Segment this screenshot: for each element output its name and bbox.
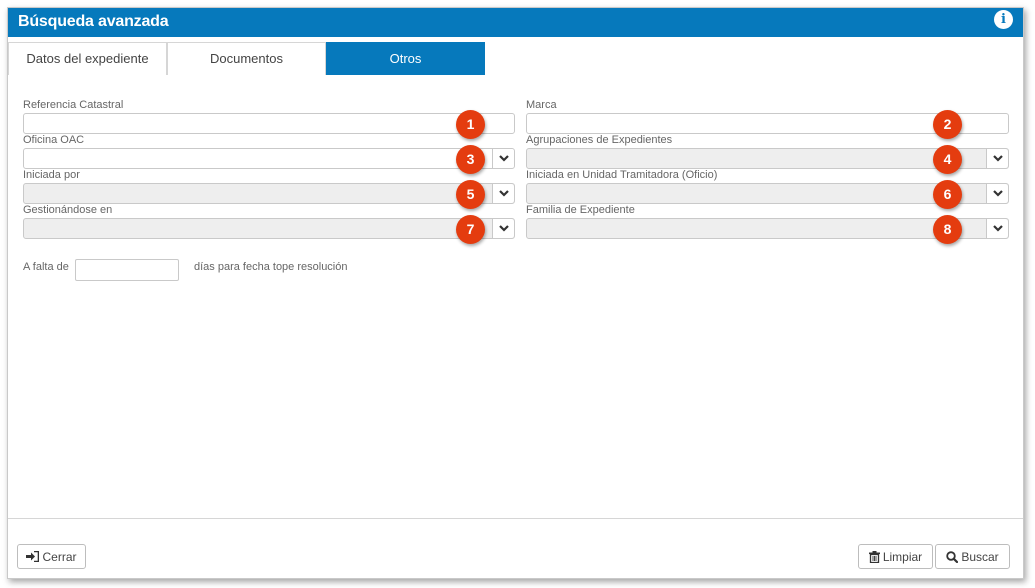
oficina-oac-select[interactable] xyxy=(23,148,515,169)
iniciada-por-label: Iniciada por xyxy=(23,169,80,181)
chevron-down-icon[interactable] xyxy=(986,219,1008,238)
iniciada-por-select[interactable] xyxy=(23,183,515,204)
referencia-catastral-input[interactable] xyxy=(23,113,515,134)
callout-badge-5: 5 xyxy=(456,180,485,209)
chevron-down-icon[interactable] xyxy=(986,149,1008,168)
gestionandose-label: Gestionándose en xyxy=(23,204,113,216)
chevron-down-icon[interactable] xyxy=(986,184,1008,203)
window-titlebar: Búsqueda avanzada i xyxy=(8,8,1023,37)
callout-badge-1: 1 xyxy=(456,110,485,139)
sign-in-icon xyxy=(26,551,40,562)
info-icon[interactable]: i xyxy=(994,10,1013,29)
chevron-down-icon[interactable] xyxy=(492,184,514,203)
tab-documentos[interactable]: Documentos xyxy=(167,42,326,75)
cerrar-label: Cerrar xyxy=(42,549,77,564)
referencia-catastral-label: Referencia Catastral xyxy=(23,99,124,111)
chevron-down-icon[interactable] xyxy=(492,219,514,238)
chevron-down-icon[interactable] xyxy=(492,149,514,168)
callout-badge-7: 7 xyxy=(456,215,485,244)
dias-falta-input[interactable] xyxy=(75,259,179,281)
callout-badge-8: 8 xyxy=(933,215,962,244)
marca-label: Marca xyxy=(526,99,557,111)
falta-suffix-label: días para fecha tope resolución xyxy=(194,261,348,273)
callout-badge-6: 6 xyxy=(933,180,962,209)
tab-datos-expediente[interactable]: Datos del expediente xyxy=(8,42,167,75)
search-icon xyxy=(946,550,959,563)
cerrar-button[interactable]: Cerrar xyxy=(17,544,86,569)
advanced-search-window: Búsqueda avanzada i Datos del expediente… xyxy=(7,7,1024,579)
iniciada-unidad-label: Iniciada en Unidad Tramitadora (Oficio) xyxy=(526,169,718,181)
footer-divider xyxy=(8,518,1023,519)
callout-badge-4: 4 xyxy=(933,145,962,174)
buscar-label: Buscar xyxy=(961,549,999,564)
callout-badge-2: 2 xyxy=(933,110,962,139)
tab-bar: Datos del expediente Documentos Otros xyxy=(8,42,1023,75)
limpiar-button[interactable]: Limpiar xyxy=(858,544,933,569)
limpiar-label: Limpiar xyxy=(882,549,923,564)
callout-badge-3: 3 xyxy=(456,145,485,174)
agrupaciones-label: Agrupaciones de Expedientes xyxy=(526,134,673,146)
buscar-button[interactable]: Buscar xyxy=(935,544,1010,569)
gestionandose-select[interactable] xyxy=(23,218,515,239)
familia-label: Familia de Expediente xyxy=(526,204,635,216)
tab-otros[interactable]: Otros xyxy=(326,42,485,75)
oficina-oac-label: Oficina OAC xyxy=(23,134,85,146)
falta-prefix-label: A falta de xyxy=(23,261,69,273)
window-title: Búsqueda avanzada xyxy=(18,13,169,30)
trash-icon xyxy=(868,550,880,563)
